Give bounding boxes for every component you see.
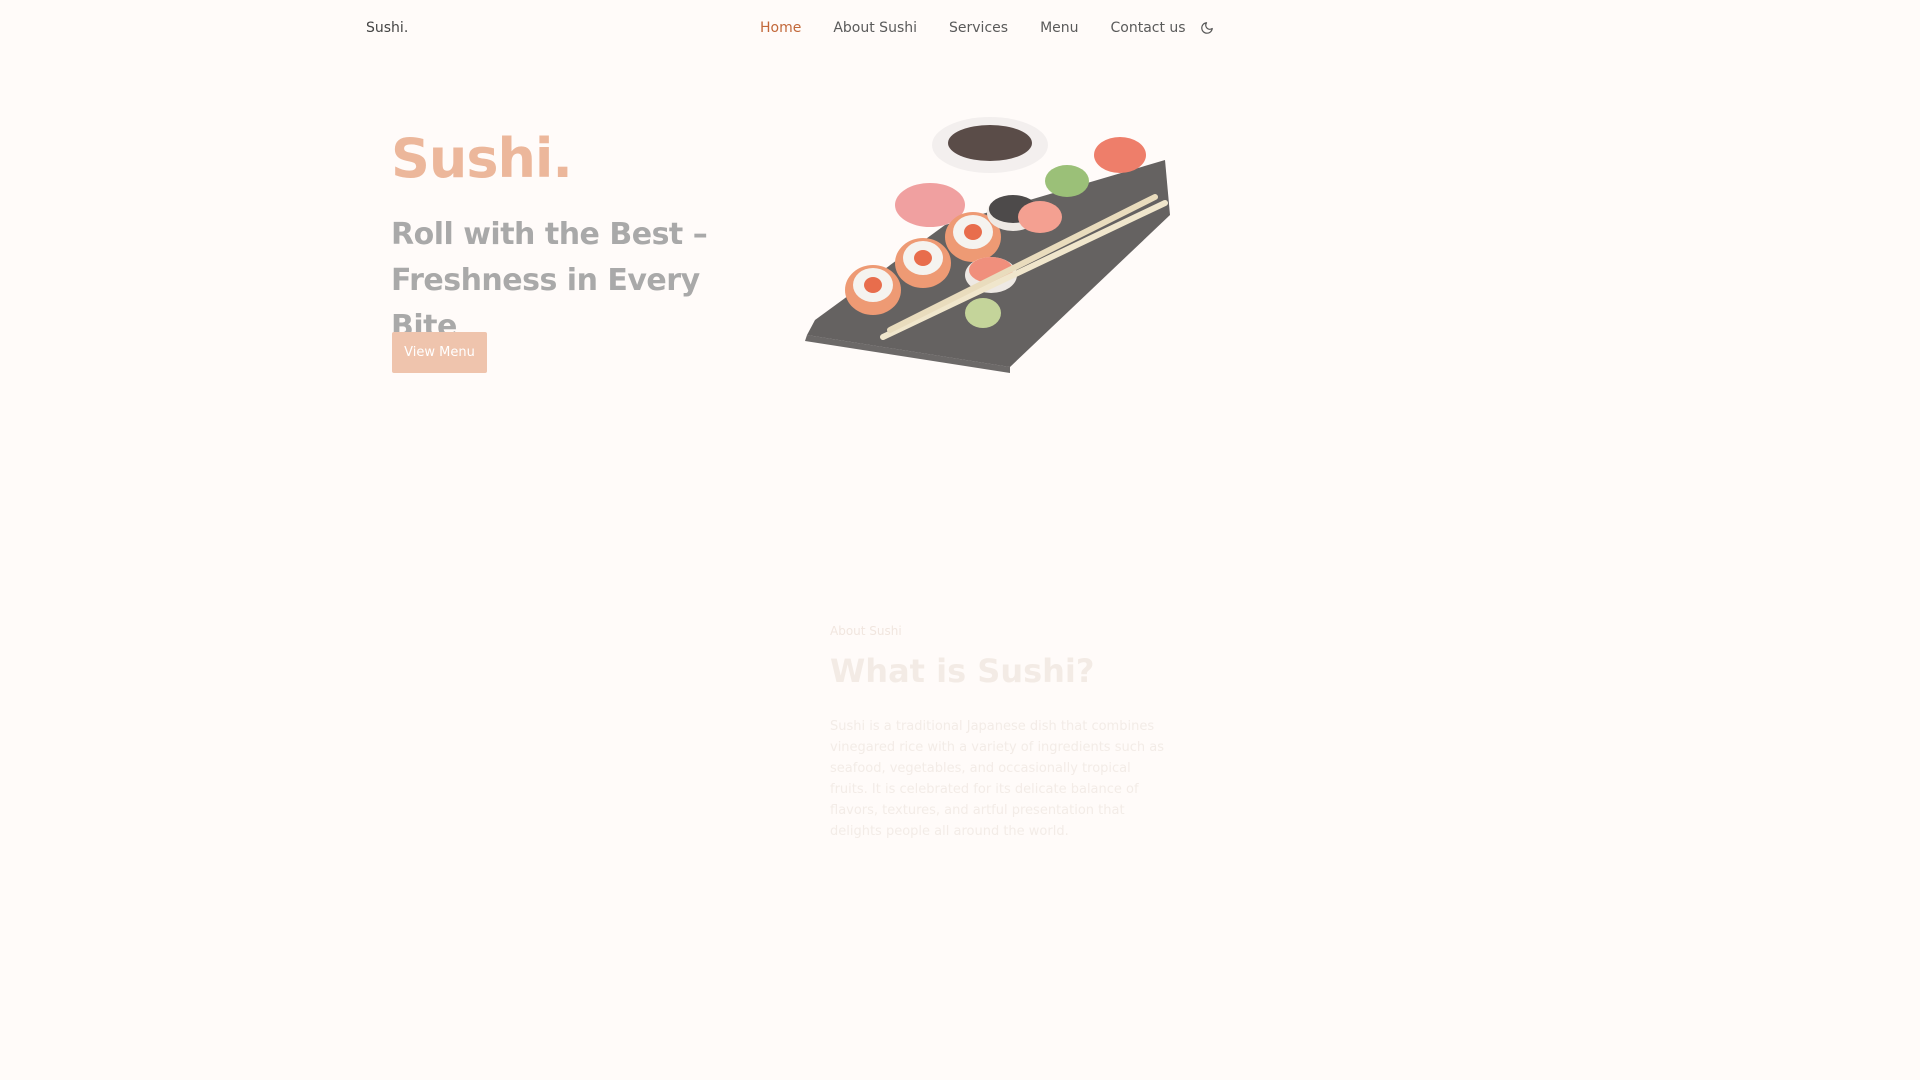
nav-menu[interactable]: Menu xyxy=(1040,20,1078,36)
nav-services[interactable]: Services xyxy=(949,20,1008,36)
hero-title: Sushi. xyxy=(391,127,573,190)
about-title: What is Sushi? xyxy=(830,652,1095,690)
main-nav: Home About Sushi Services Menu Contact u… xyxy=(760,20,1216,36)
nav-about-sushi[interactable]: About Sushi xyxy=(833,20,917,36)
about-description: Sushi is a traditional Japanese dish tha… xyxy=(830,719,1164,839)
moon-icon[interactable] xyxy=(1200,20,1216,36)
nav-contact-us[interactable]: Contact us xyxy=(1111,20,1186,36)
site-logo[interactable]: Sushi. xyxy=(366,20,408,36)
nav-home[interactable]: Home xyxy=(760,20,801,36)
sushi-platter-image xyxy=(795,105,1180,375)
site-header: Sushi. Home About Sushi Services Menu Co… xyxy=(0,0,1568,58)
view-menu-button[interactable]: View Menu xyxy=(392,332,487,373)
hero-subtitle: Roll with the Best – Freshness in Every … xyxy=(391,217,708,344)
about-eyebrow: About Sushi xyxy=(830,624,902,638)
